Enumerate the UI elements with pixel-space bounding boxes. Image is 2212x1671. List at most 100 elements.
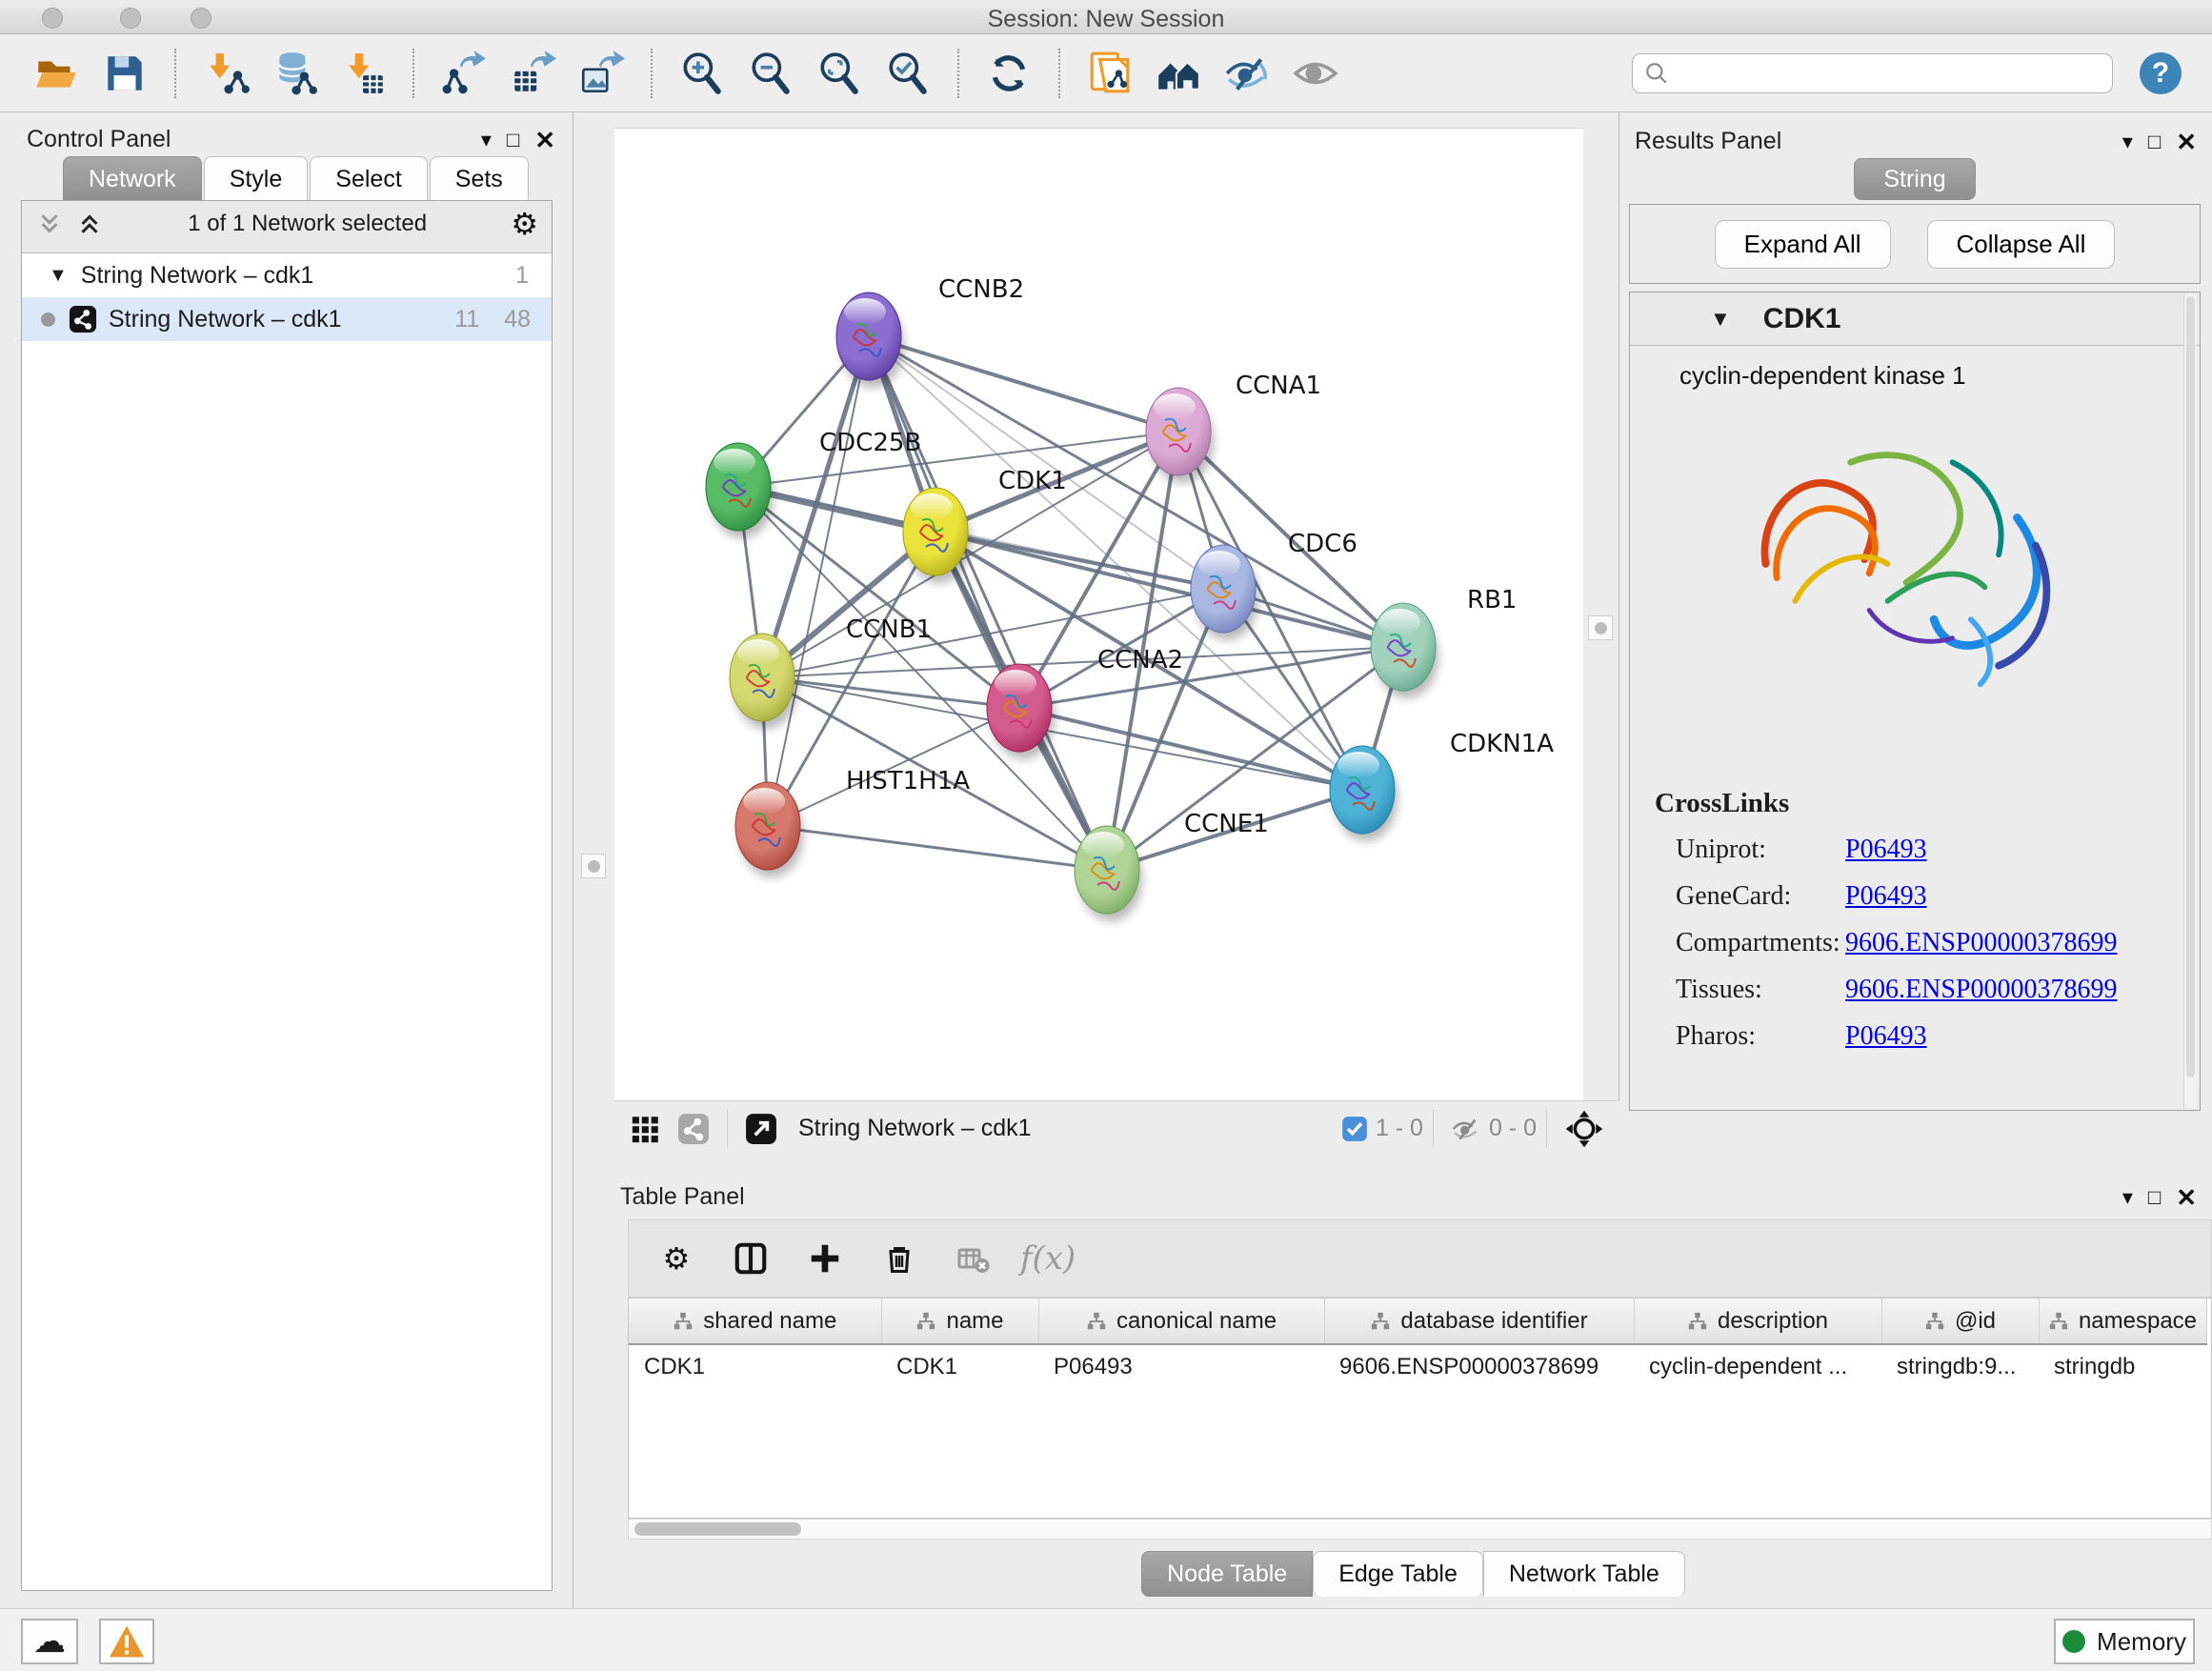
open-in-browser-icon[interactable] bbox=[745, 1113, 777, 1145]
table-cell[interactable]: P06493 bbox=[1038, 1344, 1324, 1388]
show-graphics-button[interactable] bbox=[1288, 46, 1343, 101]
table-row[interactable]: CDK1CDK1P064939606.ENSP00000378699cyclin… bbox=[629, 1344, 2206, 1388]
cloud-button[interactable]: ☁ bbox=[21, 1619, 78, 1664]
network-node-CDKN1A[interactable]: CDKN1A bbox=[1330, 730, 1554, 841]
import-network-file-button[interactable] bbox=[198, 46, 253, 101]
column-header-name[interactable]: name bbox=[881, 1299, 1038, 1344]
left-splitter[interactable] bbox=[573, 112, 614, 1608]
node-table[interactable]: shared namenamecanonical namedatabase id… bbox=[628, 1298, 2212, 1519]
results-scrollbar[interactable] bbox=[2183, 294, 2197, 1108]
close-panel-icon[interactable]: ✕ bbox=[2176, 130, 2197, 154]
crosslink-link[interactable]: P06493 bbox=[1845, 1021, 1927, 1052]
float-panel-icon[interactable]: □ bbox=[2148, 131, 2161, 152]
table-cell[interactable]: cyclin-dependent ... bbox=[1634, 1344, 1881, 1388]
right-splitter-grip[interactable] bbox=[1588, 615, 1613, 640]
network-collection-row[interactable]: ▼ String Network – cdk1 1 bbox=[22, 253, 552, 297]
collection-caret-icon[interactable]: ▼ bbox=[49, 265, 68, 287]
column-header-description[interactable]: description bbox=[1634, 1299, 1881, 1344]
collapse-all-button[interactable]: Collapse All bbox=[1927, 220, 2116, 269]
tab-select[interactable]: Select bbox=[310, 156, 427, 202]
close-panel-icon[interactable]: ✕ bbox=[534, 128, 555, 152]
birdseye-crosshair-icon[interactable] bbox=[1564, 1109, 1604, 1149]
tab-style[interactable]: Style bbox=[204, 156, 309, 202]
scrollbar-thumb[interactable] bbox=[634, 1522, 801, 1536]
export-network-button[interactable] bbox=[436, 46, 492, 101]
network-node-HIST1H1A[interactable]: HIST1H1A bbox=[735, 767, 970, 877]
network-options-gear-icon[interactable]: ⚙ bbox=[511, 206, 538, 242]
network-canvas[interactable]: CCNB2CCNA1CDC25BCDK1CDC6RB1CCNB1CCNA2CDK… bbox=[614, 128, 1583, 1100]
help-button[interactable]: ? bbox=[2140, 52, 2182, 94]
column-header-canonical-name[interactable]: canonical name bbox=[1038, 1299, 1324, 1344]
tab-edge-table[interactable]: Edge Table bbox=[1313, 1551, 1483, 1597]
zoom-selected-button[interactable] bbox=[880, 46, 935, 101]
table-cell[interactable]: CDK1 bbox=[629, 1344, 881, 1388]
search-input[interactable] bbox=[1677, 60, 2101, 87]
crosslink-link[interactable]: P06493 bbox=[1845, 881, 1927, 912]
expand-all-button[interactable]: Expand All bbox=[1715, 220, 1891, 269]
panel-menu-icon[interactable]: ▾ bbox=[2122, 1187, 2133, 1208]
tab-sets[interactable]: Sets bbox=[430, 156, 529, 202]
string-network-graph[interactable]: CCNB2CCNA1CDC25BCDK1CDC6RB1CCNB1CCNA2CDK… bbox=[614, 129, 1583, 1101]
save-session-button[interactable] bbox=[97, 46, 152, 101]
close-panel-icon[interactable]: ✕ bbox=[2176, 1185, 2197, 1210]
fit-content-button[interactable] bbox=[812, 46, 867, 101]
crosslink-link[interactable]: 9606.ENSP00000378699 bbox=[1845, 975, 2117, 1005]
grid-view-icon[interactable] bbox=[630, 1113, 662, 1145]
network-edges[interactable] bbox=[738, 336, 1403, 870]
zoom-in-button[interactable] bbox=[674, 46, 730, 101]
network-row[interactable]: String Network – cdk1 11 48 bbox=[22, 297, 552, 341]
column-header-shared-name[interactable]: shared name bbox=[629, 1299, 881, 1344]
float-panel-icon[interactable]: □ bbox=[2148, 1187, 2161, 1208]
string-home-button[interactable] bbox=[1151, 46, 1206, 101]
import-network-database-button[interactable] bbox=[267, 46, 322, 101]
selected-checkbox-icon[interactable] bbox=[1341, 1116, 1368, 1142]
tab-string[interactable]: String bbox=[1854, 158, 1975, 200]
expand-all-icon[interactable] bbox=[75, 210, 104, 238]
network-node-CCNE1[interactable]: CCNE1 bbox=[1075, 810, 1269, 921]
search-box[interactable] bbox=[1632, 53, 2113, 93]
string-copy-network-button[interactable] bbox=[1082, 46, 1137, 101]
float-panel-icon[interactable]: □ bbox=[507, 130, 519, 151]
delete-table-icon[interactable] bbox=[953, 1238, 995, 1279]
tab-node-table[interactable]: Node Table bbox=[1141, 1551, 1313, 1597]
table-horizontal-scrollbar[interactable] bbox=[628, 1519, 2212, 1540]
table-options-gear-icon[interactable]: ⚙ bbox=[655, 1238, 697, 1279]
protein-caret-icon[interactable]: ▼ bbox=[1710, 307, 1731, 332]
warnings-button[interactable] bbox=[99, 1619, 154, 1664]
collapse-all-icon[interactable] bbox=[35, 210, 64, 238]
memory-button[interactable]: Memory bbox=[2054, 1619, 2195, 1664]
protein-section-header[interactable]: ▼ CDK1 bbox=[1630, 292, 2200, 346]
import-table-file-button[interactable] bbox=[335, 46, 391, 101]
create-column-icon[interactable] bbox=[804, 1238, 846, 1279]
network-badge-gray-icon[interactable] bbox=[677, 1113, 710, 1145]
open-session-button[interactable] bbox=[29, 46, 84, 101]
export-image-button[interactable] bbox=[573, 46, 629, 101]
crosslink-link[interactable]: 9606.ENSP00000378699 bbox=[1845, 928, 2117, 958]
column-header--id[interactable]: @id bbox=[1881, 1299, 2039, 1344]
hidden-eye-slash-icon[interactable] bbox=[1451, 1114, 1481, 1144]
left-splitter-grip[interactable] bbox=[581, 854, 606, 878]
network-node-CCNB1[interactable]: CCNB1 bbox=[730, 615, 932, 729]
right-splitter[interactable] bbox=[1583, 112, 1619, 1174]
export-table-button[interactable] bbox=[505, 46, 560, 101]
crosslink-link[interactable]: P06493 bbox=[1845, 835, 1927, 865]
table-cell[interactable]: stringdb bbox=[2039, 1344, 2206, 1388]
crosslink-row: Pharos:P06493 bbox=[1655, 1021, 2162, 1052]
panel-menu-icon[interactable]: ▾ bbox=[481, 130, 492, 151]
network-node-RB1[interactable]: RB1 bbox=[1371, 586, 1517, 698]
table-cell[interactable]: stringdb:9... bbox=[1881, 1344, 2039, 1388]
panel-menu-icon[interactable]: ▾ bbox=[2122, 131, 2133, 152]
delete-column-trash-icon[interactable] bbox=[878, 1238, 920, 1279]
function-builder-icon[interactable]: f(x) bbox=[1027, 1238, 1069, 1279]
table-cell[interactable]: 9606.ENSP00000378699 bbox=[1324, 1344, 1634, 1388]
zoom-out-button[interactable] bbox=[743, 46, 798, 101]
network-node-CCNA1[interactable]: CCNA1 bbox=[1146, 372, 1321, 483]
refresh-layout-button[interactable] bbox=[981, 46, 1036, 101]
table-cell[interactable]: CDK1 bbox=[881, 1344, 1038, 1388]
tab-network-table[interactable]: Network Table bbox=[1483, 1551, 1685, 1597]
enhanced-graphics-button[interactable] bbox=[1219, 46, 1275, 101]
column-header-database-identifier[interactable]: database identifier bbox=[1324, 1299, 1634, 1344]
tab-network[interactable]: Network bbox=[63, 156, 202, 202]
show-columns-icon[interactable] bbox=[730, 1238, 772, 1279]
column-header-namespace[interactable]: namespace bbox=[2039, 1299, 2206, 1344]
